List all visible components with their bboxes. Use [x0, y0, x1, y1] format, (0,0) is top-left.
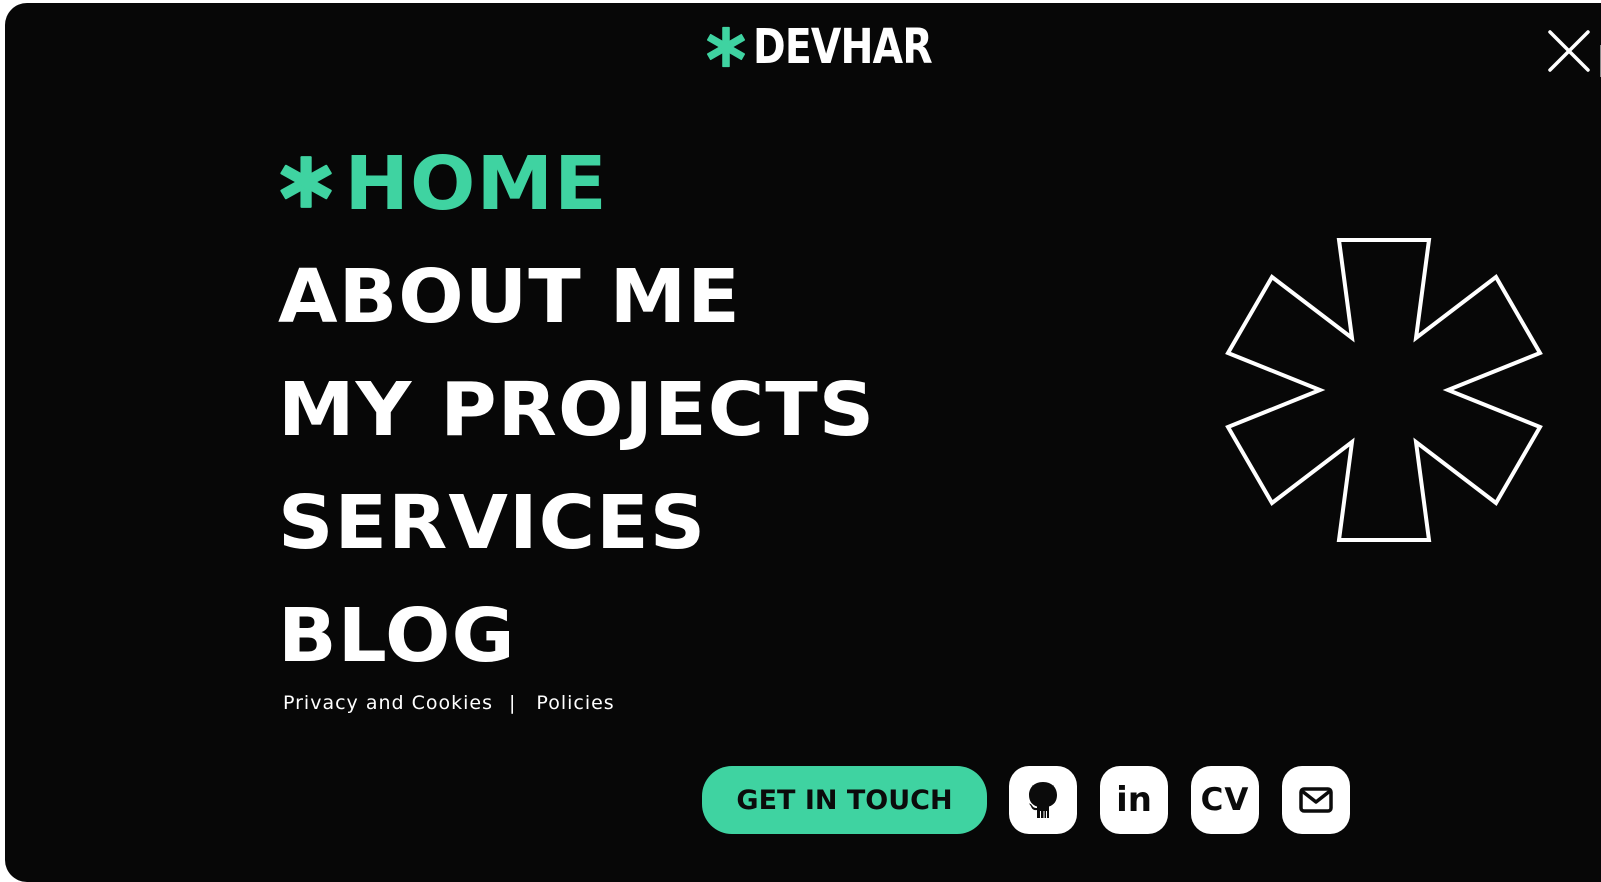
close-button[interactable] — [1546, 28, 1592, 74]
outline-asterisk-icon — [1225, 238, 1543, 542]
brand-logo[interactable]: DEVHAR — [705, 23, 971, 71]
active-asterisk-icon — [278, 147, 334, 221]
github-button[interactable] — [1009, 766, 1077, 834]
policies-link[interactable]: Policies — [536, 692, 614, 714]
linkedin-button[interactable]: in — [1100, 766, 1168, 834]
get-in-touch-button[interactable]: GET IN TOUCH — [702, 766, 987, 834]
nav-item-about-me[interactable]: ABOUT ME — [278, 240, 875, 353]
close-icon — [1548, 30, 1590, 72]
menu-overlay: DEVHAR HOME ABOUT ME MY PROJECTS SERVICE… — [5, 3, 1601, 882]
linkedin-label: in — [1116, 780, 1152, 820]
legal-links: Privacy and Cookies | Policies — [283, 692, 615, 714]
nav-item-label: ABOUT ME — [278, 253, 741, 340]
nav-item-home[interactable]: HOME — [278, 127, 875, 240]
nav-item-blog[interactable]: BLOG — [278, 579, 875, 692]
github-icon — [1029, 782, 1057, 818]
nav-item-services[interactable]: SERVICES — [278, 466, 875, 579]
cv-button[interactable]: CV — [1191, 766, 1259, 834]
privacy-link[interactable]: Privacy and Cookies — [283, 692, 493, 714]
mail-button[interactable] — [1282, 766, 1350, 834]
main-nav: HOME ABOUT ME MY PROJECTS SERVICES BLOG — [278, 127, 874, 692]
nav-item-label: MY PROJECTS — [278, 366, 876, 453]
mail-icon — [1299, 787, 1333, 813]
nav-item-my-projects[interactable]: MY PROJECTS — [278, 353, 875, 466]
brand-name: DEVHAR — [753, 19, 933, 75]
nav-item-label: HOME — [344, 140, 608, 227]
nav-item-label: SERVICES — [278, 479, 707, 566]
asterisk-icon — [706, 26, 746, 68]
nav-item-label: BLOG — [278, 592, 516, 679]
cv-label: CV — [1200, 781, 1250, 818]
legal-separator: | — [509, 692, 517, 714]
